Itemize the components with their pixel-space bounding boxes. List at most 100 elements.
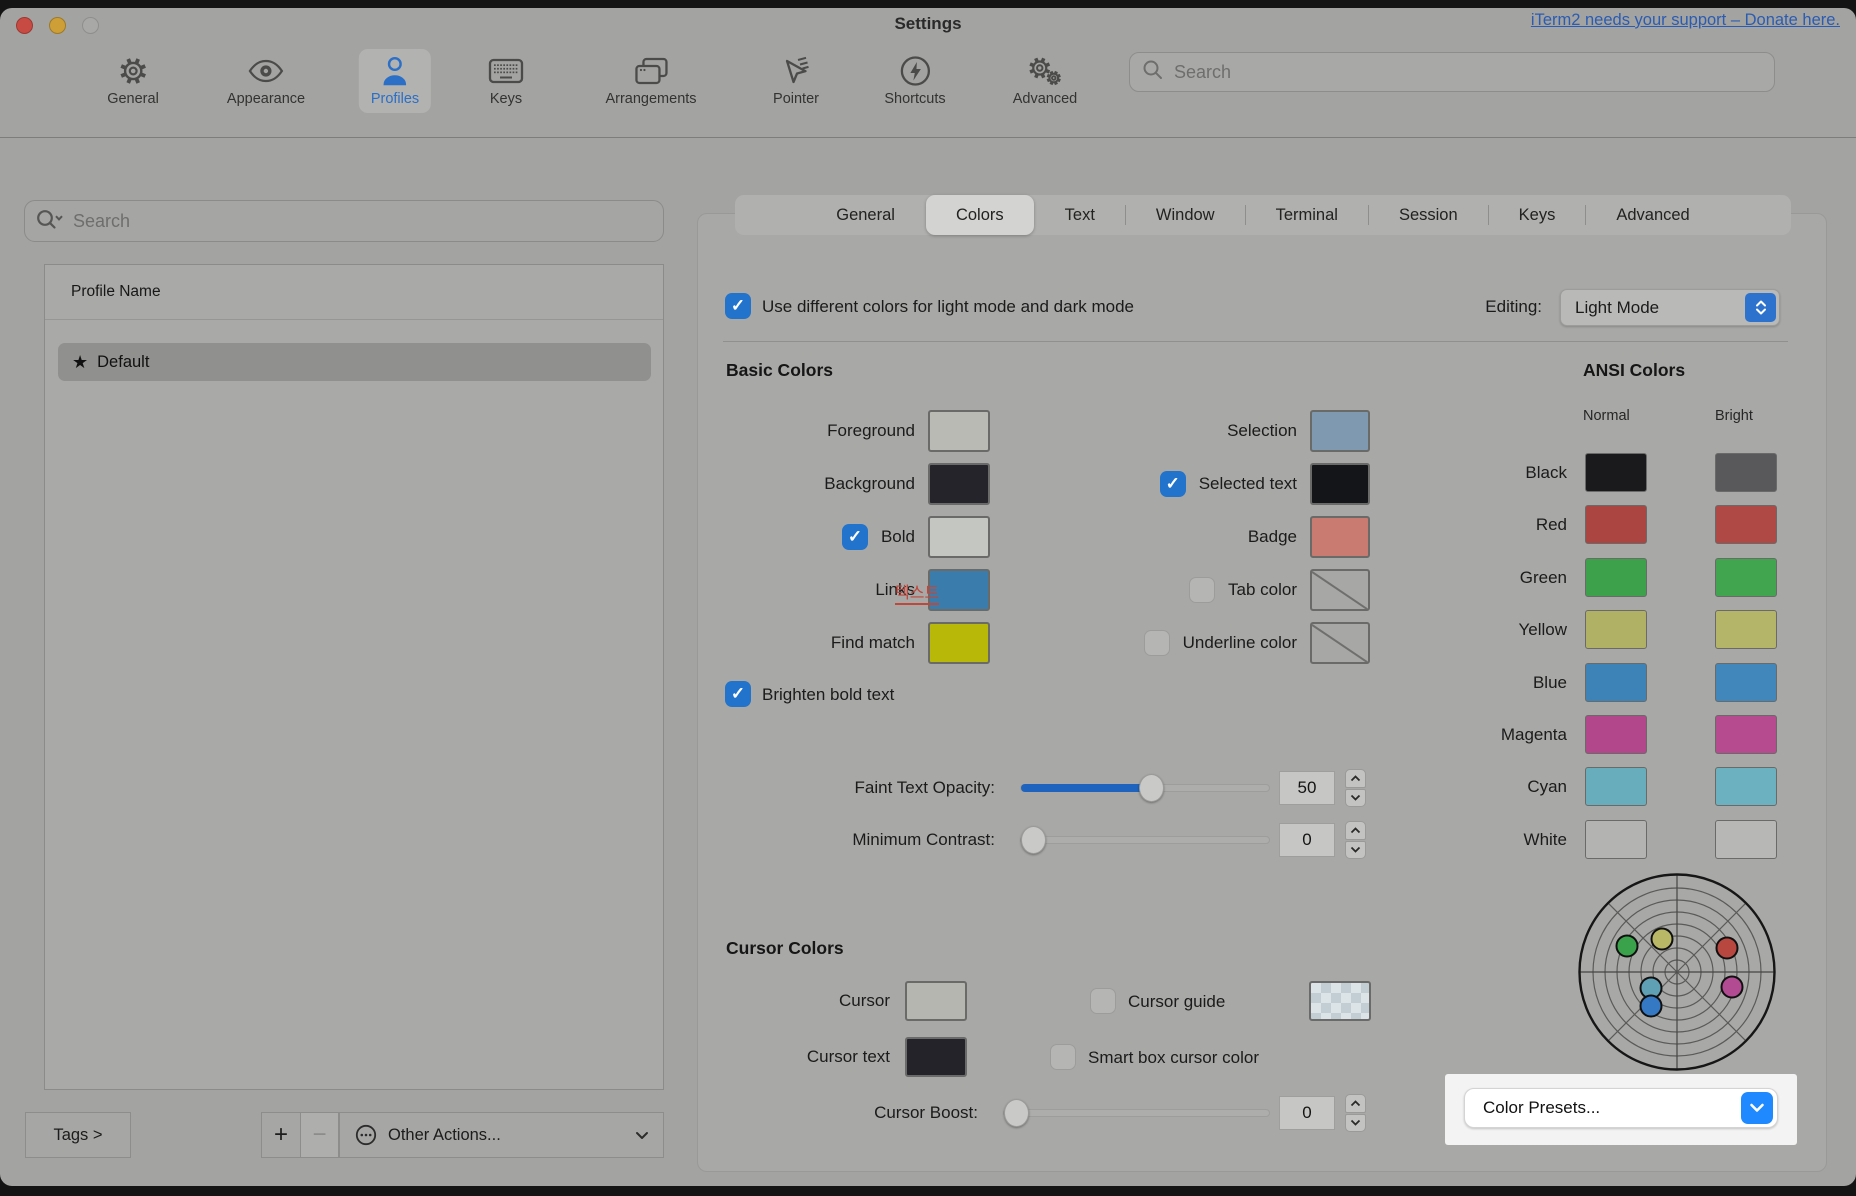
- stepper-up-icon[interactable]: [1345, 821, 1366, 840]
- tab-session[interactable]: Session: [1369, 195, 1488, 235]
- slider-track[interactable]: [1020, 784, 1270, 792]
- ansi-red-bright-well[interactable]: [1715, 505, 1777, 544]
- stepper-down-icon[interactable]: [1345, 841, 1366, 860]
- profile-search-input[interactable]: [71, 210, 653, 233]
- ansi-magenta-bright-well[interactable]: [1715, 715, 1777, 754]
- tab-terminal[interactable]: Terminal: [1246, 195, 1368, 235]
- bolt-icon: [898, 54, 932, 88]
- ansi-white-bright-well[interactable]: [1715, 820, 1777, 859]
- ansi-row-blue: Blue: [1533, 663, 1777, 702]
- toolbar-item-label: Keys: [490, 91, 522, 107]
- stepper-down-icon[interactable]: [1345, 789, 1366, 808]
- color-row-bold: Bold: [842, 516, 990, 558]
- cursor-boost-slider-thumb[interactable]: [1004, 1099, 1029, 1127]
- ansi-normal-column: Normal: [1583, 408, 1630, 424]
- profile-search[interactable]: [24, 200, 664, 242]
- selected-text-checkbox[interactable]: [1160, 471, 1186, 497]
- ansi-cyan-bright-well[interactable]: [1715, 767, 1777, 806]
- cursor-text-color-well[interactable]: [905, 1037, 967, 1077]
- other-actions-label: Other Actions...: [388, 1126, 501, 1145]
- stepper-up-icon[interactable]: [1345, 1094, 1366, 1113]
- donate-link[interactable]: iTerm2 needs your support – Donate here.: [1531, 11, 1840, 30]
- tab-general[interactable]: General: [806, 195, 925, 235]
- tab-advanced[interactable]: Advanced: [1586, 195, 1719, 235]
- slider-stepper[interactable]: [1345, 821, 1366, 859]
- ansi-label: Green: [1520, 568, 1567, 588]
- toolbar-search[interactable]: [1129, 52, 1775, 92]
- cursor-boost-value[interactable]: 0: [1279, 1096, 1335, 1130]
- color-presets-button[interactable]: Color Presets...: [1464, 1088, 1778, 1128]
- editing-mode-select[interactable]: Light Mode: [1560, 289, 1780, 326]
- pointer-icon: [779, 54, 813, 88]
- tab-text[interactable]: Text: [1035, 195, 1125, 235]
- cursor-guide-color-well[interactable]: [1309, 981, 1371, 1021]
- cursor-boost-stepper[interactable]: [1345, 1094, 1366, 1132]
- tags-button[interactable]: Tags >: [25, 1112, 131, 1158]
- stepper-down-icon[interactable]: [1345, 1114, 1366, 1133]
- ansi-black-normal-well[interactable]: [1585, 453, 1647, 492]
- ansi-green-normal-well[interactable]: [1585, 558, 1647, 597]
- ansi-yellow-bright-well[interactable]: [1715, 610, 1777, 649]
- toolbar-item-label: General: [107, 91, 159, 107]
- ansi-red-normal-well[interactable]: [1585, 505, 1647, 544]
- tab-colors[interactable]: Colors: [926, 195, 1034, 235]
- toolbar-item-keys[interactable]: Keys: [475, 49, 537, 113]
- tab-keys[interactable]: Keys: [1489, 195, 1586, 235]
- tab-color-color-well[interactable]: [1310, 569, 1370, 611]
- ansi-row-white: White: [1524, 820, 1777, 859]
- ansi-cyan-normal-well[interactable]: [1585, 767, 1647, 806]
- toolbar-item-pointer[interactable]: Pointer: [761, 49, 831, 113]
- underline-color-checkbox[interactable]: [1144, 630, 1170, 656]
- toolbar-item-shortcuts[interactable]: Shortcuts: [872, 49, 957, 113]
- slider-track[interactable]: [1020, 836, 1270, 844]
- badge-color-well[interactable]: [1310, 516, 1370, 558]
- ansi-blue-normal-well[interactable]: [1585, 663, 1647, 702]
- ansi-magenta-normal-well[interactable]: [1585, 715, 1647, 754]
- profile-row-default[interactable]: ★ Default: [58, 343, 651, 381]
- bold-color-well[interactable]: [928, 516, 990, 558]
- underline-color-color-well[interactable]: [1310, 622, 1370, 664]
- ansi-white-normal-well[interactable]: [1585, 820, 1647, 859]
- slider-stepper[interactable]: [1345, 769, 1366, 807]
- remove-profile-button[interactable]: −: [300, 1112, 339, 1158]
- cursor-text-row: Cursor text: [807, 1037, 967, 1077]
- slider-thumb[interactable]: [1021, 826, 1046, 854]
- profile-tabs: GeneralColorsTextWindowTerminalSessionKe…: [735, 195, 1791, 235]
- tab-color-checkbox[interactable]: [1189, 577, 1215, 603]
- use-different-colors-checkbox[interactable]: [725, 293, 751, 319]
- cursor-label: Cursor: [839, 991, 890, 1011]
- cursor-color-well[interactable]: [905, 981, 967, 1021]
- ansi-yellow-normal-well[interactable]: [1585, 610, 1647, 649]
- ansi-blue-bright-well[interactable]: [1715, 663, 1777, 702]
- selection-color-well[interactable]: [1310, 410, 1370, 452]
- smart-box-cursor-checkbox[interactable]: [1050, 1044, 1076, 1070]
- add-profile-button[interactable]: +: [261, 1112, 301, 1158]
- brighten-bold-checkbox[interactable]: [725, 681, 751, 707]
- toolbar-search-input[interactable]: [1172, 61, 1762, 84]
- ansi-label: Magenta: [1501, 725, 1567, 745]
- other-actions-button[interactable]: Other Actions...: [339, 1112, 664, 1158]
- cursor-boost-slider[interactable]: [1003, 1109, 1270, 1117]
- slider-thumb[interactable]: [1139, 774, 1164, 802]
- background-color-well[interactable]: [928, 463, 990, 505]
- stepper-up-icon[interactable]: [1345, 769, 1366, 788]
- cursor-boost-label: Cursor Boost:: [874, 1103, 978, 1123]
- tab-window[interactable]: Window: [1126, 195, 1245, 235]
- ansi-colors-header: ANSI Colors: [1583, 360, 1685, 381]
- toolbar-item-advanced[interactable]: Advanced: [1001, 49, 1090, 113]
- toolbar-item-arrangements[interactable]: Arrangements: [593, 49, 708, 113]
- ansi-green-bright-well[interactable]: [1715, 558, 1777, 597]
- toolbar-item-general[interactable]: General: [95, 49, 171, 113]
- bold-checkbox[interactable]: [842, 524, 868, 550]
- ansi-black-bright-well[interactable]: [1715, 453, 1777, 492]
- profile-list-header: Profile Name: [45, 265, 663, 320]
- find-match-color-well[interactable]: [928, 622, 990, 664]
- toolbar-item-profiles[interactable]: Profiles: [359, 49, 431, 113]
- selected-text-color-well[interactable]: [1310, 463, 1370, 505]
- toolbar-item-appearance[interactable]: Appearance: [215, 49, 317, 113]
- chevron-down-icon: [635, 1131, 649, 1140]
- slider-value[interactable]: 0: [1279, 823, 1335, 857]
- cursor-guide-checkbox[interactable]: [1090, 988, 1116, 1014]
- slider-value[interactable]: 50: [1279, 771, 1335, 805]
- foreground-color-well[interactable]: [928, 410, 990, 452]
